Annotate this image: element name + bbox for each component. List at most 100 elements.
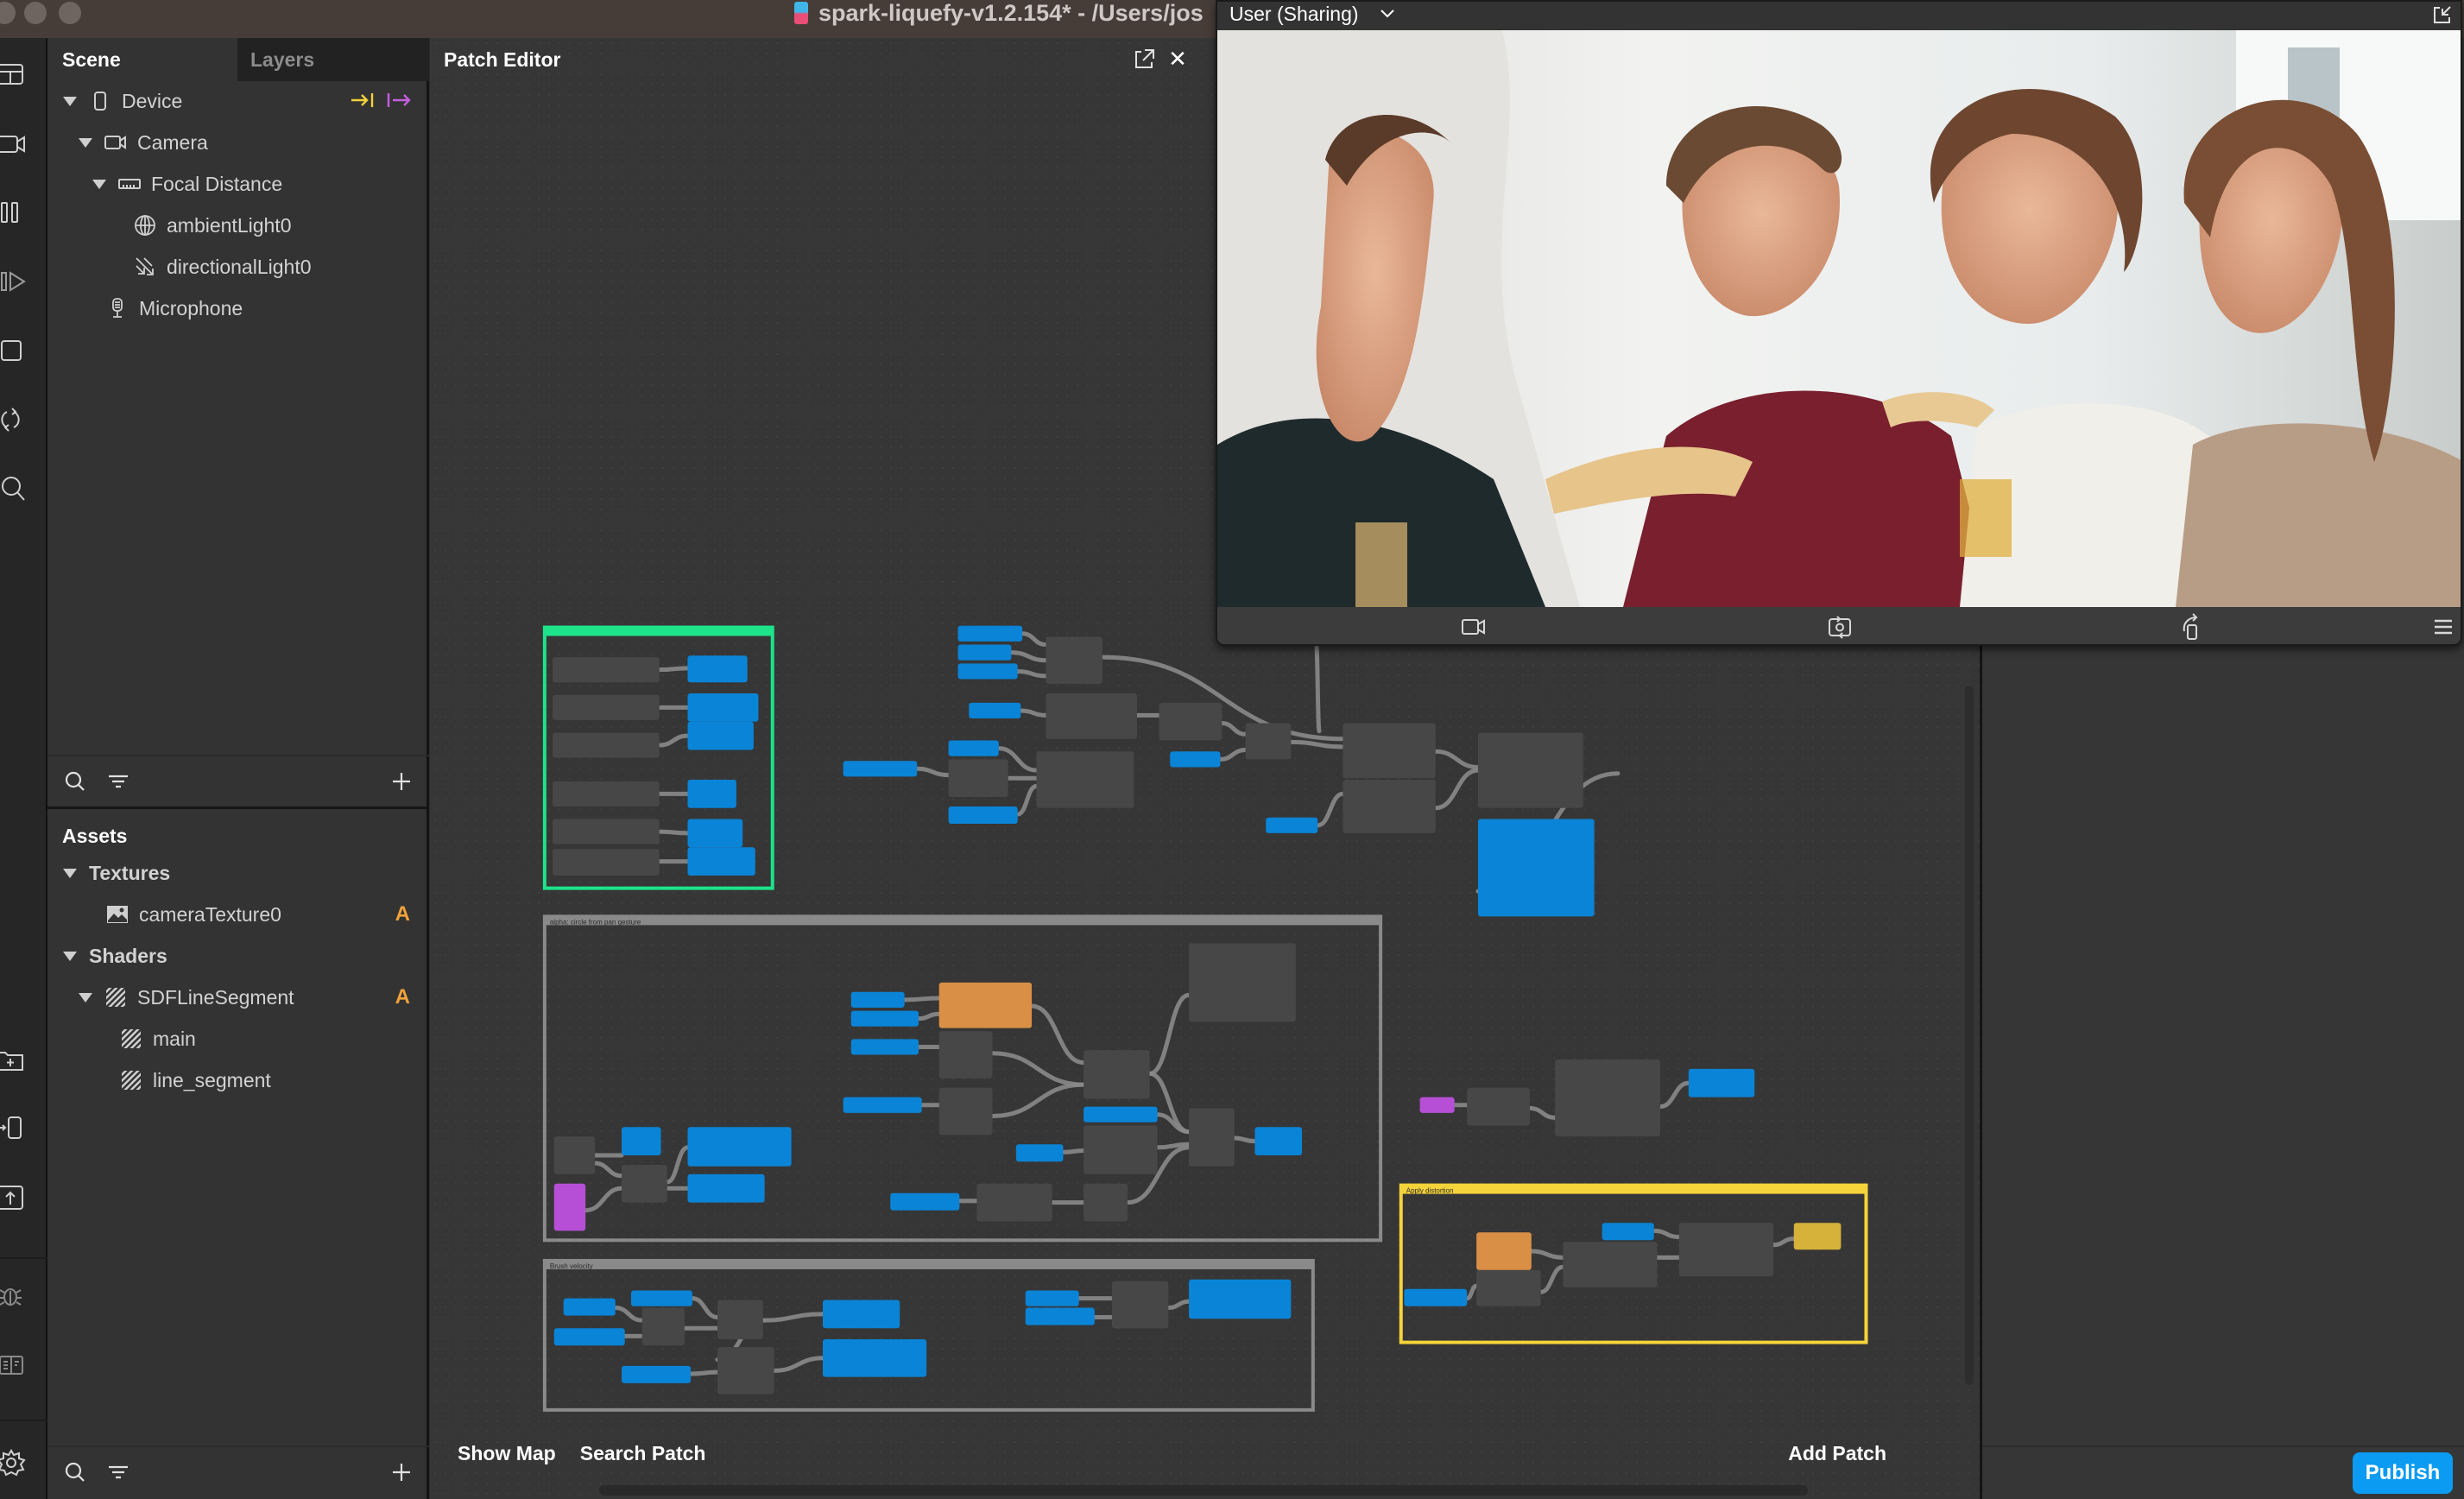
patch-node[interactable]: [976, 1183, 1052, 1222]
asset-item-line-segment[interactable]: line_segment: [47, 1059, 429, 1101]
value-node[interactable]: [850, 1010, 919, 1027]
patch-connection[interactable]: [657, 666, 690, 673]
value-node[interactable]: [687, 819, 743, 848]
value-node[interactable]: [630, 1290, 692, 1306]
patch-connection[interactable]: [1529, 1249, 1565, 1260]
patch-node[interactable]: [1084, 1050, 1150, 1099]
patch-connection[interactable]: [1464, 1283, 1479, 1301]
insert-patch-out-icon[interactable]: [386, 89, 412, 117]
patch-node[interactable]: [622, 1164, 667, 1203]
close-window-button[interactable]: [0, 2, 16, 24]
patch-node[interactable]: [552, 657, 660, 683]
insert-patch-in-icon[interactable]: [350, 89, 376, 117]
tree-item-focal-distance[interactable]: Focal Distance: [47, 163, 429, 205]
patch-connection[interactable]: [916, 1011, 942, 1021]
show-map-button[interactable]: Show Map: [458, 1442, 556, 1465]
patch-node[interactable]: [552, 732, 660, 758]
value-node[interactable]: [1254, 1127, 1303, 1156]
patch-connection[interactable]: [1029, 1003, 1086, 1066]
value-node[interactable]: [687, 693, 759, 722]
patch-node[interactable]: [1159, 702, 1223, 741]
horizontal-scrollbar[interactable]: [599, 1485, 1808, 1496]
vertical-scrollbar[interactable]: [1965, 686, 1974, 1385]
patch-connection[interactable]: [688, 1369, 720, 1376]
send-to-device-icon[interactable]: [0, 1110, 31, 1145]
patch-connection[interactable]: [1433, 749, 1481, 769]
layout-icon[interactable]: [0, 57, 31, 92]
camera-icon[interactable]: [0, 126, 31, 161]
value-node[interactable]: [622, 1127, 661, 1156]
value-node[interactable]: [969, 702, 1021, 719]
collapse-icon[interactable]: [2431, 3, 2454, 26]
docs-icon[interactable]: [0, 1347, 31, 1382]
value-node[interactable]: [687, 655, 748, 683]
patch-connection[interactable]: [1015, 783, 1039, 817]
minimize-window-button[interactable]: [24, 2, 47, 24]
value-node[interactable]: [957, 663, 1018, 680]
chevron-down-icon[interactable]: [63, 96, 77, 106]
patch-node[interactable]: [1189, 943, 1296, 1022]
value-node[interactable]: [687, 1127, 792, 1167]
patch-connection[interactable]: [1527, 1105, 1557, 1120]
patch-node[interactable]: [1477, 732, 1583, 808]
patch-connection[interactable]: [1008, 650, 1048, 663]
patch-connection[interactable]: [665, 1145, 690, 1185]
patch-group-header[interactable]: [544, 627, 773, 636]
patch-node[interactable]: [1111, 1281, 1169, 1329]
popout-icon[interactable]: [1131, 47, 1157, 73]
patch-connection[interactable]: [1288, 739, 1345, 750]
play-step-icon[interactable]: [0, 264, 31, 299]
patch-connection[interactable]: [1100, 655, 1345, 742]
patch-node[interactable]: [1467, 1087, 1530, 1126]
patch-node[interactable]: [717, 1300, 763, 1339]
value-node[interactable]: [553, 1328, 625, 1346]
value-node[interactable]: [1477, 819, 1595, 917]
value-node[interactable]: [843, 761, 918, 777]
patch-node[interactable]: [1189, 1108, 1235, 1167]
asset-item-camera-texture[interactable]: cameraTexture0 A: [47, 894, 429, 935]
patch-connection[interactable]: [1018, 708, 1048, 718]
patch-connection[interactable]: [1652, 1228, 1682, 1240]
add-asset-icon[interactable]: [389, 1460, 414, 1484]
video-icon[interactable]: [1459, 612, 1488, 642]
rotate-device-icon[interactable]: [2177, 612, 2207, 642]
patch-node[interactable]: [938, 1087, 993, 1135]
patch-node[interactable]: [553, 1136, 596, 1174]
filter-icon[interactable]: [106, 769, 130, 794]
patch-node[interactable]: [1343, 780, 1436, 833]
patch-node[interactable]: [552, 781, 660, 806]
patch-node[interactable]: [1046, 693, 1137, 739]
add-folder-icon[interactable]: [0, 1041, 31, 1076]
patch-connection[interactable]: [690, 1296, 720, 1319]
patch-connection[interactable]: [1060, 1148, 1086, 1154]
patch-node[interactable]: [1563, 1242, 1658, 1287]
asset-group-textures[interactable]: Textures: [47, 852, 429, 894]
patch-node[interactable]: [948, 759, 1008, 798]
search-icon[interactable]: [63, 769, 87, 794]
value-node[interactable]: [823, 1338, 927, 1377]
search-icon[interactable]: [0, 471, 31, 506]
patch-connection[interactable]: [1313, 642, 1322, 734]
asset-item-main[interactable]: main: [47, 1018, 429, 1059]
search-patch-button[interactable]: Search Patch: [580, 1442, 706, 1465]
patch-connection[interactable]: [1020, 631, 1048, 648]
zoom-window-button[interactable]: [59, 2, 81, 24]
patch-node[interactable]: [552, 694, 660, 720]
upload-icon[interactable]: [0, 1180, 31, 1214]
chevron-down-icon[interactable]: [63, 868, 77, 878]
patch-connection[interactable]: [1219, 721, 1248, 737]
output-node[interactable]: [1793, 1223, 1842, 1250]
patch-connection[interactable]: [1433, 768, 1481, 811]
patch-connection[interactable]: [914, 766, 951, 778]
add-object-icon[interactable]: [389, 769, 414, 794]
refresh-icon[interactable]: [0, 402, 31, 437]
patch-connection[interactable]: [990, 1082, 1086, 1119]
patch-node[interactable]: [1084, 1183, 1128, 1222]
value-node[interactable]: [1404, 1288, 1468, 1306]
value-node[interactable]: [1015, 1144, 1064, 1162]
shader-node[interactable]: [938, 982, 1033, 1028]
patch-node[interactable]: [552, 849, 660, 876]
patch-group-header[interactable]: [1400, 1185, 1867, 1194]
value-node[interactable]: [850, 1039, 919, 1055]
patch-connection[interactable]: [1315, 791, 1345, 828]
